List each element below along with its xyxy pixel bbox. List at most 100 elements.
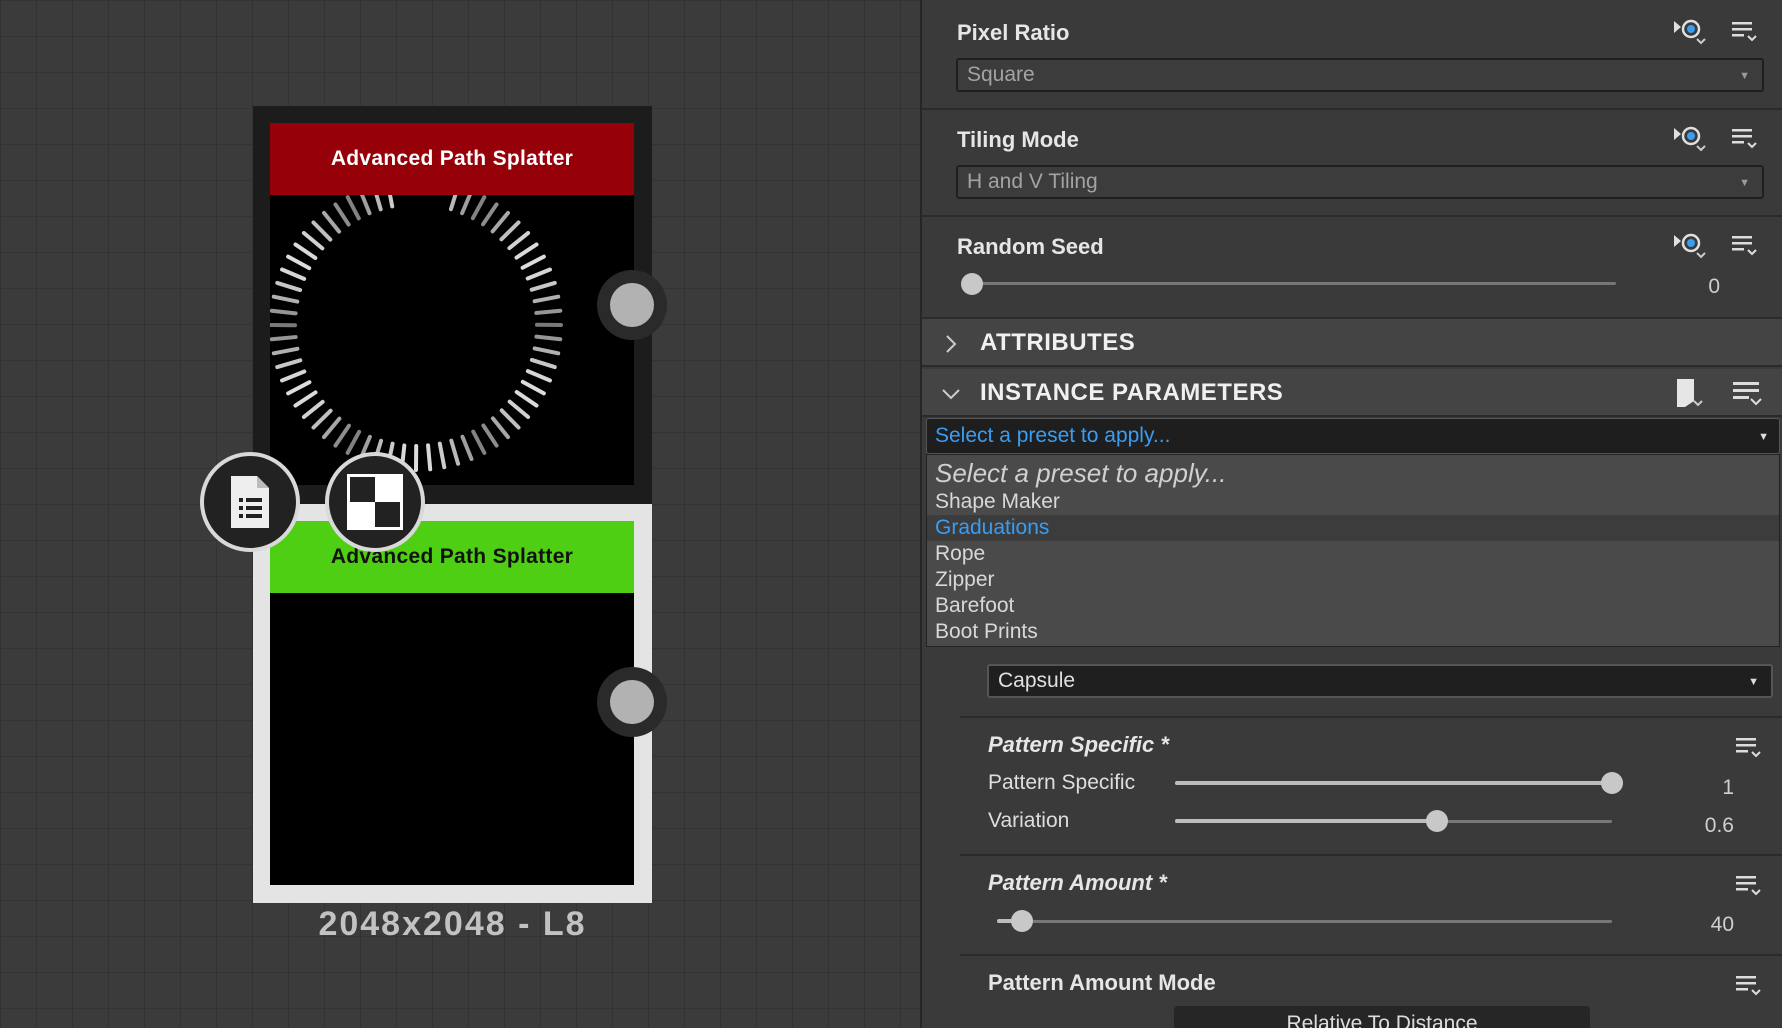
splatter-preview — [269, 180, 563, 472]
splatter-dash — [426, 443, 433, 472]
preset-option[interactable]: Boot Prints — [927, 619, 1779, 645]
splatter-dash — [460, 189, 474, 216]
splatter-dash — [534, 334, 563, 342]
pattern-amount-slider-handle[interactable] — [1010, 910, 1033, 932]
splatter-dash — [385, 180, 395, 209]
preset-option[interactable]: Shape Maker — [927, 489, 1779, 515]
preset-option[interactable]: Barefoot — [927, 593, 1779, 619]
splatter-dash — [280, 369, 307, 383]
pattern-specific-label: Pattern Specific — [988, 771, 1136, 794]
instance-parameters-label: INSTANCE PARAMETERS — [980, 379, 1284, 406]
preset-select[interactable]: Select a preset to apply... ▼ — [926, 418, 1780, 454]
splatter-dash — [490, 210, 510, 234]
checker-icon[interactable] — [325, 452, 425, 552]
splatter-dash — [529, 357, 557, 370]
splatter-dash — [371, 184, 383, 212]
tiling-mode-value: H and V Tiling — [967, 170, 1098, 193]
graph-canvas[interactable]: Advanced Path Splatter Advanced Path Spl… — [0, 0, 920, 1028]
pixel-ratio-section: Pixel Ratio Square ▼ — [922, 0, 1782, 110]
splatter-dash — [333, 202, 351, 227]
splatter-dash — [311, 408, 333, 430]
splatter-dash — [269, 308, 298, 316]
tiling-mode-section: Tiling Mode H and V Tiling ▼ — [922, 110, 1782, 217]
splatter-dash — [333, 423, 351, 448]
pattern-specific-value[interactable]: 1 — [1654, 776, 1734, 800]
splatter-dash — [520, 254, 546, 270]
splatter-dash — [534, 308, 563, 315]
node-advanced-path-splatter-1[interactable]: Advanced Path Splatter — [253, 106, 652, 504]
menu-list-icon[interactable] — [1732, 870, 1766, 900]
shape-dropdown[interactable]: Capsule ▼ — [987, 664, 1773, 698]
random-seed-slider-handle[interactable] — [961, 273, 983, 295]
tiling-mode-dropdown[interactable]: H and V Tiling ▼ — [956, 165, 1764, 199]
splatter-dash — [507, 399, 531, 419]
pattern-specific-section: Pattern Specific * Pattern Specific 1 Va… — [960, 718, 1782, 856]
splatter-dash — [449, 438, 461, 466]
splatter-dash — [275, 280, 303, 293]
output-port[interactable] — [597, 270, 667, 340]
pin-visibility-icon[interactable] — [1672, 230, 1706, 260]
splatter-dash — [532, 294, 561, 304]
splatter-dash — [514, 242, 539, 260]
preset-option[interactable]: Select a preset to apply... — [927, 455, 1779, 491]
random-seed-value[interactable]: 0 — [1640, 275, 1720, 299]
document-icon[interactable] — [200, 452, 300, 552]
preset-option-selected[interactable]: Graduations — [927, 515, 1779, 541]
node-thumbnail — [270, 593, 634, 885]
menu-list-icon[interactable] — [1728, 123, 1762, 153]
random-seed-section: Random Seed 0 — [922, 217, 1782, 319]
random-seed-label: Random Seed — [957, 234, 1104, 259]
splatter-dash — [499, 408, 521, 430]
pattern-amount-mode-button[interactable]: Relative To Distance — [1174, 1006, 1590, 1028]
preset-option[interactable]: Rope — [927, 541, 1779, 567]
splatter-dash — [280, 267, 307, 281]
output-port[interactable] — [597, 667, 667, 737]
attributes-group-header[interactable]: ATTRIBUTES — [922, 319, 1782, 367]
variation-value[interactable]: 0.6 — [1654, 814, 1734, 838]
splatter-dash — [525, 369, 552, 383]
node-thumbnail — [269, 180, 634, 485]
pattern-amount-value[interactable]: 40 — [1654, 913, 1734, 937]
pixel-ratio-dropdown[interactable]: Square ▼ — [956, 58, 1764, 92]
pin-visibility-icon[interactable] — [1672, 16, 1706, 46]
splatter-dash — [345, 429, 362, 455]
splatter-dash — [286, 254, 312, 271]
splatter-dash — [525, 267, 552, 281]
splatter-dash — [490, 416, 510, 440]
pattern-amount-slider-track[interactable] — [997, 920, 1612, 923]
pattern-amount-label: Pattern Amount * — [988, 870, 1167, 895]
menu-list-icon[interactable] — [1728, 230, 1762, 260]
variation-slider-handle[interactable] — [1426, 810, 1449, 832]
splatter-dash — [460, 434, 474, 461]
splatter-dash — [532, 346, 561, 356]
pixel-ratio-label: Pixel Ratio — [957, 20, 1070, 45]
pattern-specific-slider-handle[interactable] — [1601, 772, 1623, 794]
menu-list-icon[interactable] — [1730, 378, 1764, 408]
splatter-dash — [269, 335, 298, 342]
splatter-dash — [448, 184, 461, 212]
pattern-specific-slider-fill — [1175, 781, 1612, 785]
node-advanced-path-splatter-2[interactable]: Advanced Path Splatter — [253, 504, 652, 903]
chevron-down-icon: ▼ — [1748, 676, 1759, 688]
menu-list-icon[interactable] — [1728, 16, 1762, 46]
node-title: Advanced Path Splatter — [270, 123, 634, 195]
menu-list-icon[interactable] — [1732, 970, 1766, 1000]
chevron-down-icon: ▼ — [1739, 70, 1750, 82]
shape-value: Capsule — [998, 669, 1076, 692]
chevron-down-icon — [942, 389, 960, 400]
node-title: Advanced Path Splatter — [270, 521, 634, 593]
splatter-dash — [520, 379, 546, 396]
shape-section: Capsule ▼ — [960, 648, 1782, 718]
splatter-dash — [358, 189, 372, 216]
splatter-dash — [311, 220, 333, 242]
splatter-dash — [345, 195, 361, 221]
pin-visibility-icon[interactable] — [1672, 123, 1706, 153]
preset-icon[interactable] — [1672, 378, 1706, 408]
random-seed-slider-track[interactable] — [968, 282, 1616, 285]
menu-list-icon[interactable] — [1732, 732, 1766, 762]
preset-option[interactable]: Zipper — [927, 567, 1779, 593]
instance-parameters-group-header[interactable]: INSTANCE PARAMETERS — [922, 369, 1782, 417]
pixel-ratio-value: Square — [967, 63, 1035, 86]
pattern-amount-section: Pattern Amount * 40 — [960, 856, 1782, 956]
splatter-dash — [286, 380, 312, 396]
